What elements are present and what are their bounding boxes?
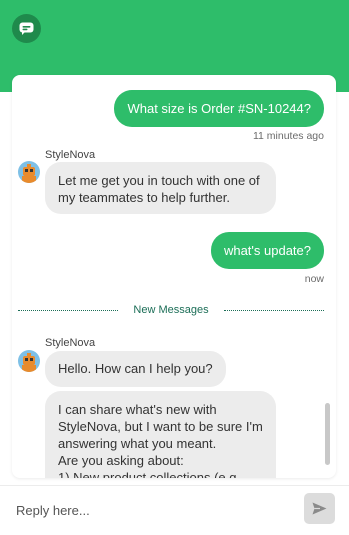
chat-bubble-icon — [12, 14, 41, 43]
avatar — [18, 350, 40, 372]
conversation-panel[interactable]: What size is Order #SN-10244? 11 minutes… — [12, 75, 336, 478]
message-line: I can share what's new with — [58, 402, 217, 417]
send-button[interactable] — [304, 493, 335, 524]
message-line: 1) New product collections (e.g., — [58, 470, 244, 478]
divider-line-right — [224, 310, 324, 311]
send-icon — [312, 502, 327, 515]
incoming-message: I can share what's new with StyleNova, b… — [45, 391, 276, 478]
outgoing-message: what's update? — [210, 232, 324, 269]
composer: Reply here... — [0, 485, 349, 535]
sender-name: StyleNova — [45, 337, 96, 349]
message-line: answering what you meant. — [58, 436, 217, 451]
message-line: Are you asking about: — [58, 453, 184, 468]
incoming-message: Let me get you in touch with one of my t… — [45, 162, 276, 214]
avatar — [18, 161, 40, 183]
reply-input[interactable]: Reply here... — [16, 503, 90, 518]
message-timestamp: now — [304, 273, 324, 285]
sender-name: StyleNova — [45, 149, 96, 161]
message-line: StyleNova, but I want to be sure I'm — [58, 419, 263, 434]
scrollbar-thumb[interactable] — [325, 403, 330, 465]
new-messages-divider: New Messages — [18, 303, 324, 317]
message-timestamp: 11 minutes ago — [252, 130, 324, 142]
outgoing-message: What size is Order #SN-10244? — [114, 90, 324, 127]
incoming-message: Hello. How can I help you? — [45, 351, 226, 387]
